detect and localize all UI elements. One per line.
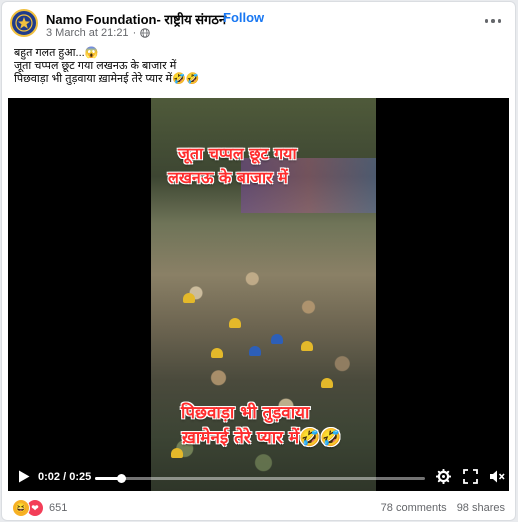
- settings-icon[interactable]: [436, 469, 451, 484]
- caption-line: जूता चप्पल छूट गया लखनऊ के बाजार में: [14, 60, 177, 72]
- post-meta: 3 March at 21:21 ·: [46, 27, 151, 39]
- page-avatar[interactable]: [10, 9, 38, 37]
- video-progress-bar[interactable]: [95, 474, 425, 483]
- video-controls: 0:02 / 0:25: [8, 461, 509, 491]
- shares-count-link[interactable]: 98 shares: [457, 502, 505, 514]
- play-icon[interactable]: [18, 470, 30, 483]
- haha-reaction-icon: 😆: [12, 499, 30, 517]
- engagement-stats: 78 comments 98 shares: [381, 502, 505, 514]
- post-caption: बहुत गलत हुआ...😱 जूता चप्पल छूट गया लखनऊ…: [14, 47, 504, 86]
- post-timestamp[interactable]: 3 March at 21:21: [46, 27, 129, 39]
- more-options-icon[interactable]: [483, 13, 503, 29]
- post-footer: 😆 ❤ 651 78 comments 98 shares: [2, 492, 515, 520]
- globe-icon: [140, 28, 151, 38]
- post-card: Namo Foundation- राष्ट्रीय संगठन · Follo…: [1, 1, 516, 521]
- reactions-summary[interactable]: 😆 ❤ 651: [12, 499, 67, 517]
- video-overlay-text: लखनऊ के बाजार में: [168, 168, 288, 187]
- video-overlay-text: पिछवाड़ा भी तुड़वाया: [181, 403, 310, 423]
- video-overlay-text: जूता चप्पल छूट गया: [178, 144, 297, 163]
- video-overlay-text: ख़ामेनई तेरे प्यार में🤣🤣: [182, 428, 342, 448]
- video-player[interactable]: जूता चप्पल छूट गया लखनऊ के बाजार में पिछ…: [8, 98, 509, 491]
- comments-count-link[interactable]: 78 comments: [381, 502, 447, 514]
- caption-line: पिछवाड़ा भी तुड़वाया ख़ामेनई तेरे प्यार …: [14, 73, 200, 85]
- reaction-count[interactable]: 651: [49, 502, 67, 514]
- video-time: 0:02 / 0:25: [38, 471, 92, 483]
- emblem-icon: [15, 14, 33, 32]
- page-name-link[interactable]: Namo Foundation- राष्ट्रीय संगठन: [46, 10, 226, 28]
- fullscreen-icon[interactable]: [463, 469, 478, 484]
- volume-muted-icon[interactable]: [489, 469, 505, 484]
- post-header: Namo Foundation- राष्ट्रीय संगठन · Follo…: [2, 2, 515, 42]
- progress-scrubber[interactable]: [117, 474, 127, 483]
- caption-line: बहुत गलत हुआ...😱: [14, 47, 99, 59]
- follow-button[interactable]: Follow: [223, 10, 264, 25]
- separator-dot: ·: [208, 10, 213, 25]
- meta-separator: ·: [132, 27, 137, 39]
